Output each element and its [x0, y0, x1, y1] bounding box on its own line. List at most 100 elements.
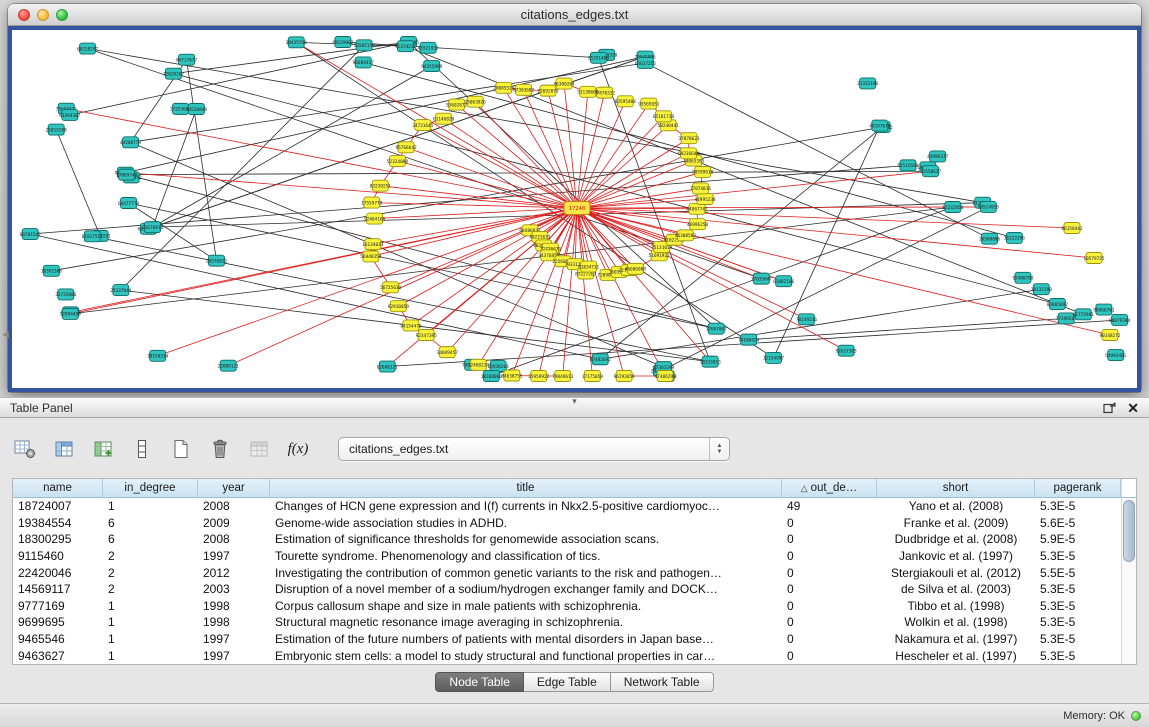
- column-header-in_degree[interactable]: in_degree: [103, 479, 198, 497]
- table-row[interactable]: 946362711997Embryonic stem cells: a mode…: [13, 647, 1121, 664]
- graph-node[interactable]: 63394387: [59, 109, 81, 120]
- graph-node[interactable]: 26508886: [979, 233, 1001, 244]
- graph-node[interactable]: 84638755: [501, 370, 523, 381]
- graph-node[interactable]: 79849613: [552, 371, 574, 382]
- function-builder-button[interactable]: f(x): [285, 436, 311, 462]
- graph-node[interactable]: 71558627: [920, 166, 942, 177]
- graph-node[interactable]: 90599910: [692, 166, 714, 177]
- close-window-button[interactable]: [18, 9, 30, 21]
- graph-node[interactable]: 32154997: [763, 352, 785, 363]
- graph-node[interactable]: 98966701: [1093, 304, 1115, 315]
- zoom-window-button[interactable]: [56, 9, 68, 21]
- graph-node[interactable]: 25251408: [588, 52, 610, 63]
- graph-node[interactable]: 46606088: [625, 263, 647, 274]
- graph-node[interactable]: 63617255: [635, 57, 657, 68]
- tab-node-table[interactable]: Node Table: [435, 672, 524, 692]
- graph-node[interactable]: 92347395: [416, 330, 438, 341]
- table-row[interactable]: 1872400712008Changes of HCN gene express…: [13, 498, 1121, 515]
- graph-node[interactable]: 93565651: [638, 98, 660, 109]
- graph-node[interactable]: 70149236: [796, 314, 818, 325]
- graph-node[interactable]: 56448354: [360, 251, 382, 262]
- table-row[interactable]: 969969511998Structural magnetic resonanc…: [13, 614, 1121, 631]
- graph-node[interactable]: 86150442: [1061, 223, 1083, 234]
- graph-node[interactable]: 64067747: [686, 203, 708, 214]
- graph-node[interactable]: 87303682: [513, 84, 535, 95]
- graph-node[interactable]: 17869740: [116, 169, 138, 180]
- graph-node[interactable]: 84154470: [400, 320, 422, 331]
- graph-node[interactable]: 56725630: [380, 282, 402, 293]
- graph-node[interactable]: 36122296: [1004, 232, 1026, 243]
- graph-node[interactable]: 96293659: [614, 371, 636, 382]
- graph-node[interactable]: 92464168: [364, 213, 386, 224]
- graph-node[interactable]: 59524955: [978, 201, 1000, 212]
- table-row[interactable]: 911546021997Tourette syndrome. Phenomeno…: [13, 548, 1121, 565]
- graph-node[interactable]: 17035847: [751, 273, 773, 284]
- graph-node[interactable]: 94355999: [421, 61, 443, 72]
- graph-node[interactable]: 60228297: [77, 43, 99, 54]
- graph-node[interactable]: 84717877: [176, 54, 198, 65]
- graph-node[interactable]: 25063826: [465, 96, 487, 107]
- graph-node[interactable]: 96684417: [353, 57, 375, 68]
- graph-node[interactable]: 22008121: [218, 360, 240, 371]
- table-row[interactable]: 1938455462009Genome-wide association stu…: [13, 515, 1121, 532]
- graph-node[interactable]: 10392308: [41, 265, 63, 276]
- column-header-short[interactable]: short: [877, 479, 1035, 497]
- graph-node[interactable]: 52324088: [387, 156, 409, 167]
- graph-node[interactable]: 18133813: [700, 356, 722, 367]
- graph-node[interactable]: 16134033: [362, 239, 384, 250]
- graph-node[interactable]: 51516500: [897, 160, 919, 171]
- graph-node[interactable]: 80781542: [20, 229, 42, 240]
- table-row[interactable]: 1830029562008Estimation of significance …: [13, 531, 1121, 548]
- graph-node[interactable]: 34049457: [437, 347, 459, 358]
- graph-node[interactable]: 80879308: [1109, 314, 1131, 325]
- graph-node[interactable]: 12094499: [60, 308, 82, 319]
- graph-node[interactable]: 12828267: [163, 68, 185, 79]
- column-header-out_de[interactable]: △out_de…: [782, 479, 877, 497]
- graph-node[interactable]: 22692079: [537, 85, 559, 96]
- column-header-year[interactable]: year: [198, 479, 270, 497]
- graph-node[interactable]: 38132198: [1031, 284, 1053, 295]
- close-panel-button[interactable]: ✕: [1127, 401, 1139, 415]
- graph-node[interactable]: 83595484: [615, 96, 637, 107]
- graph-node[interactable]: 47486299: [655, 371, 677, 382]
- new-table-button[interactable]: [168, 436, 194, 462]
- column-header-title[interactable]: title: [270, 479, 782, 497]
- graph-node[interactable]: 20576822: [206, 255, 228, 266]
- network-select[interactable]: citations_edges.txt ▲▼: [338, 437, 730, 461]
- graph-node[interactable]: 44200779: [120, 137, 142, 148]
- graph-node[interactable]: 25337644: [110, 285, 132, 296]
- graph-node[interactable]: 38435768: [286, 37, 308, 48]
- minimize-window-button[interactable]: [37, 9, 49, 21]
- graph-node[interactable]: 91834731: [578, 261, 600, 272]
- graph-node[interactable]: 17559778: [361, 197, 383, 208]
- graph-node[interactable]: 92910059: [388, 301, 410, 312]
- graph-node[interactable]: 61882106: [773, 276, 795, 287]
- float-panel-button[interactable]: [1101, 401, 1117, 415]
- graph-node[interactable]: 44995238: [695, 193, 717, 204]
- graph-node[interactable]: 92480780: [1012, 272, 1034, 283]
- graph-node[interactable]: 18288060: [481, 371, 503, 382]
- graph-node[interactable]: 17175058: [582, 371, 604, 382]
- graph-node[interactable]: 90148272: [1099, 330, 1121, 341]
- graph-node[interactable]: 12232850: [942, 202, 964, 213]
- graph-node[interactable]: 49197676: [869, 120, 891, 131]
- graph-node[interactable]: 61772981: [1073, 309, 1095, 320]
- graph-node[interactable]: 46996250: [687, 219, 709, 230]
- table-row[interactable]: 1456911722003Disruption of a novel membe…: [13, 581, 1121, 598]
- graph-node[interactable]: 95766642: [395, 142, 417, 153]
- splitter-handle-icon[interactable]: ▾: [572, 396, 577, 407]
- table-row[interactable]: 977716911998Corpus callosum shape and si…: [13, 598, 1121, 615]
- row-tools-button[interactable]: [129, 436, 155, 462]
- graph-node[interactable]: 35959922: [528, 371, 550, 382]
- table-row[interactable]: 2242004622012Investigating the contribut…: [13, 564, 1121, 581]
- graph-node[interactable]: 32735006: [55, 289, 77, 300]
- tab-edge-table[interactable]: Edge Table: [524, 672, 611, 692]
- collapse-panel-arrow-icon[interactable]: ◄: [0, 330, 11, 341]
- graph-node[interactable]: 21670911: [142, 222, 164, 233]
- graph-node[interactable]: 43521932: [418, 42, 440, 53]
- graph-node[interactable]: 37878623: [678, 133, 700, 144]
- graph-node[interactable]: 81917557: [82, 231, 104, 242]
- import-table-button[interactable]: [246, 436, 272, 462]
- tab-network-table[interactable]: Network Table: [611, 672, 714, 692]
- graph-node[interactable]: 69129902: [332, 37, 354, 48]
